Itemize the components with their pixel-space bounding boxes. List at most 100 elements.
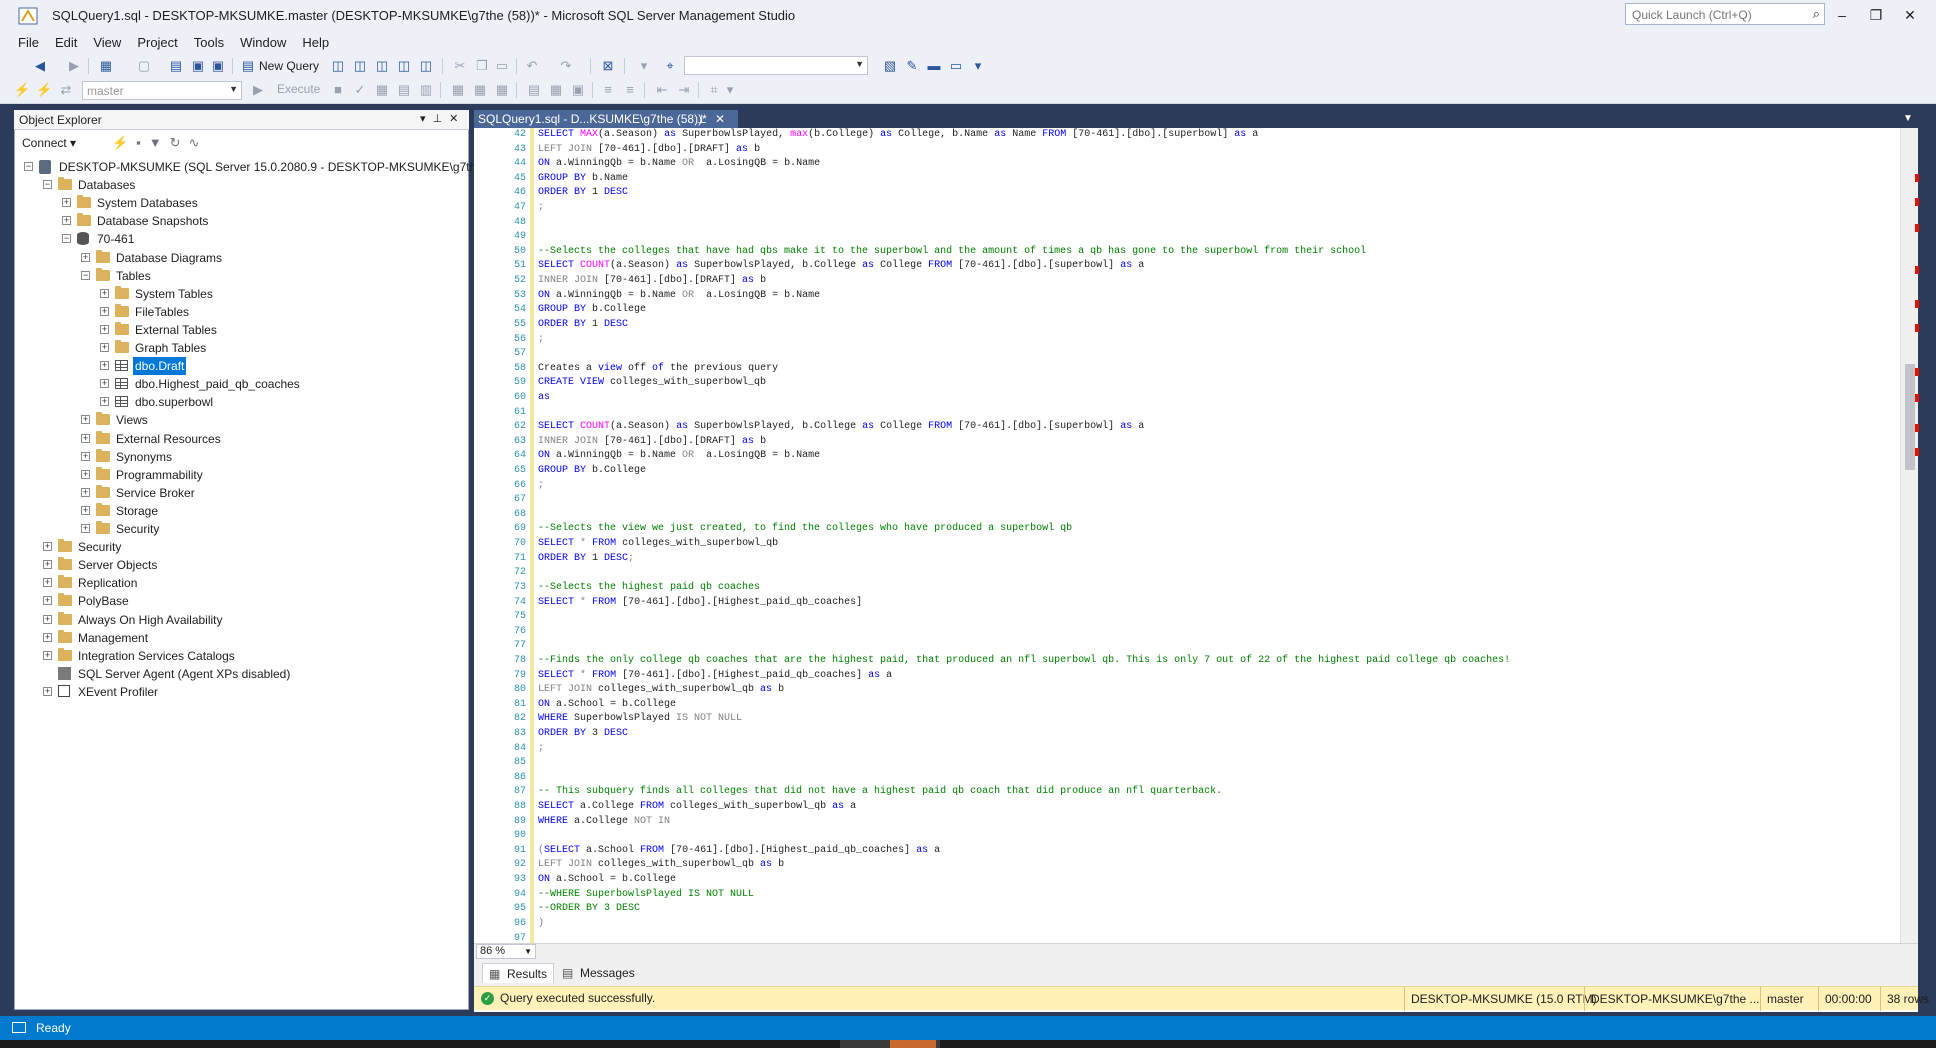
expand-icon[interactable]: + [100, 324, 109, 334]
object-explorer-tool-icons[interactable]: ⚡▪▼↻∿ [112, 135, 207, 151]
code-line[interactable]: ON a.WinningQb = b.Name OR a.LosingQB = … [538, 289, 1900, 304]
code-line[interactable]: --Finds the only college qb coaches that… [538, 654, 1900, 669]
expand-icon[interactable]: + [100, 397, 109, 407]
expand-icon[interactable]: + [100, 361, 109, 371]
code-line[interactable] [538, 493, 1900, 508]
code-line[interactable]: GROUP BY b.Name [538, 172, 1900, 187]
include-plan-icon[interactable]: ▦ [450, 82, 466, 98]
database-engine-query-icon[interactable]: ◫ [330, 58, 346, 74]
execute-icon[interactable]: ▶ [250, 82, 266, 98]
database-combo[interactable]: master ▼ [82, 81, 242, 100]
decrease-indent-icon[interactable]: ⇤ [654, 82, 670, 98]
tab-messages[interactable]: ▤ Messages [560, 963, 650, 983]
close-button[interactable]: ✕ [1893, 2, 1927, 28]
expand-icon[interactable]: + [62, 216, 71, 226]
window-layout-icon[interactable]: ▭ [948, 58, 964, 74]
code-line[interactable]: SELECT COUNT(a.Season) as SuperbowlsPlay… [538, 259, 1900, 274]
code-line[interactable]: Creates a view off of the previous query [538, 362, 1900, 377]
save-icon[interactable]: ▣ [190, 58, 206, 74]
code-line[interactable] [538, 829, 1900, 844]
expand-icon[interactable]: + [81, 415, 90, 425]
code-line[interactable]: as [538, 391, 1900, 406]
properties-icon[interactable]: ✎ [904, 58, 920, 74]
code-line[interactable]: ; [538, 742, 1900, 757]
display-estimated-plan-icon[interactable]: ▦ [374, 82, 390, 98]
connect-dropdown-button[interactable]: Connect ▾ [22, 136, 76, 150]
comment-icon[interactable]: ≡ [600, 82, 616, 98]
forward-icon[interactable]: ▶ [66, 58, 82, 74]
restore-button[interactable]: ❐ [1859, 2, 1893, 28]
code-line[interactable]: SELECT * FROM [70-461].[dbo].[Highest_pa… [538, 596, 1900, 611]
toolbar-options-icon[interactable]: ▾ [722, 82, 738, 98]
expand-icon[interactable]: + [81, 487, 90, 497]
code-line[interactable]: SELECT a.College FROM colleges_with_supe… [538, 800, 1900, 815]
code-line[interactable]: ; [538, 479, 1900, 494]
code-line[interactable] [538, 771, 1900, 786]
expand-icon[interactable]: + [43, 596, 52, 606]
expand-icon[interactable]: + [100, 343, 109, 352]
code-line[interactable]: SELECT * FROM [70-461].[dbo].[Highest_pa… [538, 669, 1900, 684]
add-item-icon[interactable]: ▢ [136, 58, 152, 74]
tab-results[interactable]: ▦ Results [482, 963, 554, 983]
expand-icon[interactable]: + [43, 542, 52, 552]
mdx-query-icon[interactable]: ◫ [352, 58, 368, 74]
code-line[interactable]: ORDER BY 1 DESC; [538, 552, 1900, 567]
undo-icon[interactable]: ↶ [524, 58, 540, 74]
expand-icon[interactable]: + [81, 252, 90, 262]
dax-query-icon[interactable]: ◫ [418, 58, 434, 74]
collapse-icon[interactable]: − [81, 270, 90, 280]
code-line[interactable]: CREATE VIEW colleges_with_superbowl_qb [538, 376, 1900, 391]
code-line[interactable]: --Selects the highest paid qb coaches [538, 581, 1900, 596]
live-stats-icon[interactable]: ▦ [472, 82, 488, 98]
code-line[interactable]: ON a.WinningQb = b.Name OR a.LosingQB = … [538, 157, 1900, 172]
code-line[interactable]: ORDER BY 3 DESC [538, 727, 1900, 742]
expand-icon[interactable]: + [43, 614, 52, 624]
dmx-query-icon[interactable]: ◫ [374, 58, 390, 74]
code-line[interactable]: --WHERE SuperbowlsPlayed IS NOT NULL [538, 888, 1900, 903]
cut-icon[interactable]: ✂ [452, 58, 468, 74]
code-line[interactable]: ; [538, 333, 1900, 348]
menu-help[interactable]: Help [294, 32, 337, 54]
collapse-icon[interactable]: − [43, 180, 52, 190]
code-line[interactable]: WHERE SuperbowlsPlayed IS NOT NULL [538, 712, 1900, 727]
zoom-combo[interactable]: 86 % ▼ [476, 944, 536, 959]
quick-launch-input[interactable] [1630, 5, 1804, 25]
change-connection-icon[interactable]: ⇄ [58, 82, 74, 98]
quick-launch-box[interactable]: ⌕ [1625, 3, 1825, 25]
uncomment-icon[interactable]: ≡ [622, 82, 638, 98]
expand-icon[interactable]: + [43, 632, 52, 642]
expand-icon[interactable]: + [43, 578, 52, 588]
code-line[interactable] [538, 566, 1900, 581]
code-line[interactable]: ON a.WinningQb = b.Name OR a.LosingQB = … [538, 449, 1900, 464]
new-query-button[interactable]: New Query [259, 57, 319, 75]
code-line[interactable]: --Selects the colleges that have had qbs… [538, 245, 1900, 260]
debug-target-icon[interactable]: ⊠ [600, 58, 616, 74]
expand-icon[interactable]: + [81, 433, 90, 443]
code-line[interactable] [538, 932, 1900, 943]
expand-icon[interactable]: + [43, 686, 52, 696]
code-line[interactable]: SELECT MAX(a.Season) as SuperbowlsPlayed… [538, 128, 1900, 143]
tab-pin-close-icons[interactable]: ⊥✕ [696, 110, 733, 128]
code-line[interactable]: INNER JOIN [70-461].[dbo].[DRAFT] as b [538, 435, 1900, 450]
code-line[interactable]: SELECT * FROM colleges_with_superbowl_qb [538, 537, 1900, 552]
expand-icon[interactable]: + [81, 505, 90, 515]
menu-edit[interactable]: Edit [47, 32, 85, 54]
results-to-file-icon[interactable]: ▣ [570, 82, 586, 98]
code-line[interactable]: ORDER BY 1 DESC [538, 318, 1900, 333]
code-line[interactable] [538, 756, 1900, 771]
new-project-icon[interactable]: ▦ [98, 58, 114, 74]
scrollbar-thumb[interactable] [1905, 364, 1915, 470]
menu-window[interactable]: Window [232, 32, 294, 54]
code-line[interactable]: -- This subquery finds all colleges that… [538, 785, 1900, 800]
code-line[interactable]: LEFT JOIN colleges_with_superbowl_qb as … [538, 683, 1900, 698]
code-line[interactable] [538, 625, 1900, 640]
copy-icon[interactable]: ❐ [474, 58, 490, 74]
code-line[interactable]: LEFT JOIN [70-461].[dbo].[DRAFT] as b [538, 143, 1900, 158]
results-to-grid-icon[interactable]: ▦ [548, 82, 564, 98]
code-line[interactable]: ON a.School = b.College [538, 873, 1900, 888]
object-explorer-window-buttons[interactable]: ▾⊥✕ [420, 112, 465, 125]
parse-icon[interactable]: ✓ [352, 82, 368, 98]
code-line[interactable]: INNER JOIN [70-461].[dbo].[DRAFT] as b [538, 274, 1900, 289]
increase-indent-icon[interactable]: ⇥ [676, 82, 692, 98]
paste-icon[interactable]: ▭ [494, 58, 510, 74]
